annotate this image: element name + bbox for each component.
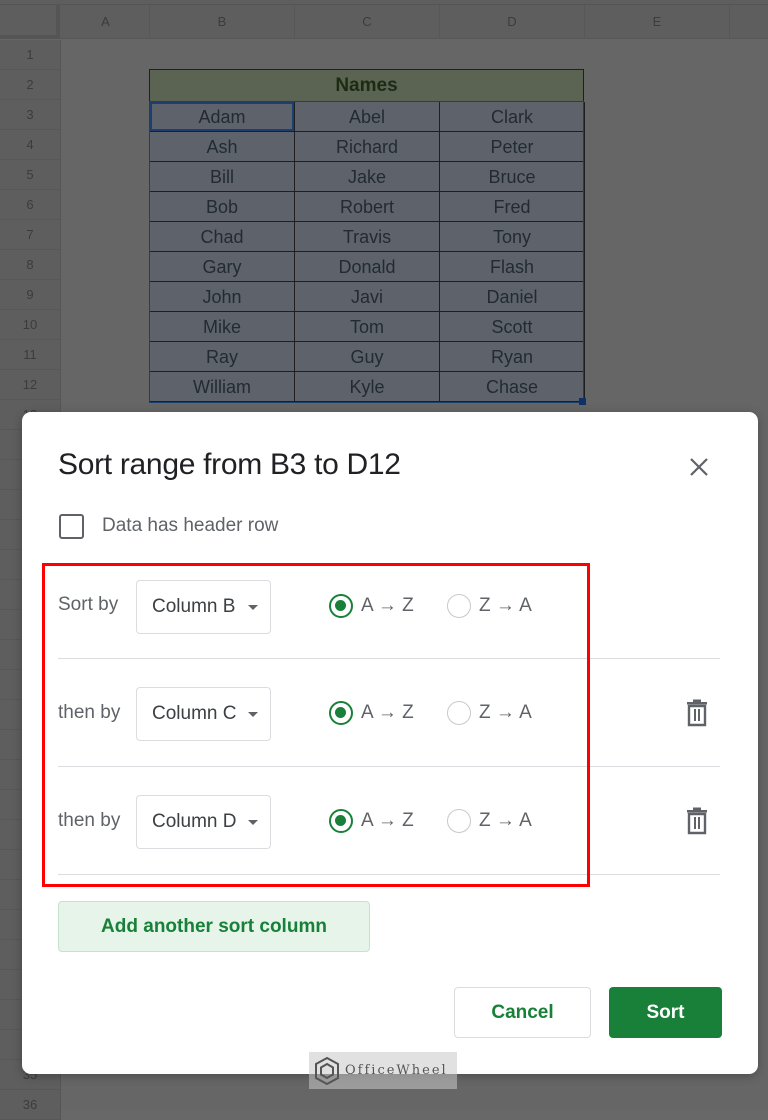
watermark: OfficeWheel (309, 1052, 457, 1089)
table-cell[interactable]: Travis (295, 222, 440, 252)
table-cell[interactable]: Bill (150, 162, 295, 192)
row-header[interactable]: 36 (0, 1090, 61, 1120)
column-header-c[interactable]: C (295, 5, 440, 39)
row-header[interactable]: 8 (0, 250, 61, 280)
table-cell[interactable]: Chase (440, 372, 585, 402)
sort-rule-row: Sort by Column B A → Z Z → A (58, 552, 720, 659)
column-header-b[interactable]: B (150, 5, 295, 39)
table-cell[interactable]: Scott (440, 312, 585, 342)
sort-desc-label: Z → A (479, 810, 532, 831)
row-header[interactable]: 9 (0, 280, 61, 310)
table-cell[interactable]: Bruce (440, 162, 585, 192)
delete-sort-rule-button[interactable] (685, 807, 709, 835)
sort-rule-label: then by (58, 702, 121, 723)
table-cell[interactable]: Clark (440, 102, 585, 132)
table-cell[interactable]: Ray (150, 342, 295, 372)
table-cell[interactable]: Peter (440, 132, 585, 162)
column-header-row: A B C D E (0, 5, 768, 39)
dropdown-caret-icon (248, 820, 258, 825)
sort-column-value: Column C (152, 703, 237, 724)
sort-asc-radio[interactable] (329, 809, 353, 833)
table-cell[interactable]: Donald (295, 252, 440, 282)
sort-range-dialog: Sort range from B3 to D12 Data has heade… (22, 412, 758, 1074)
table-cell[interactable]: John (150, 282, 295, 312)
row-header[interactable]: 11 (0, 340, 61, 370)
sort-column-dropdown[interactable]: Column C (136, 687, 271, 741)
header-row-label: Data has header row (102, 515, 279, 536)
row-header[interactable]: 12 (0, 370, 61, 400)
watermark-text: OfficeWheel (345, 1063, 448, 1078)
trash-icon (687, 807, 707, 835)
sort-asc-label: A → Z (361, 595, 414, 616)
sort-column-value: Column B (152, 596, 236, 617)
row-header[interactable]: 7 (0, 220, 61, 250)
trash-icon (687, 699, 707, 727)
sort-column-dropdown[interactable]: Column B (136, 580, 271, 634)
table-cell[interactable]: Tom (295, 312, 440, 342)
sort-column-value: Column D (152, 811, 237, 832)
table-cell[interactable]: Adam (150, 102, 295, 132)
sort-button[interactable]: Sort (609, 987, 722, 1038)
table-cell[interactable]: Flash (440, 252, 585, 282)
row-header[interactable]: 4 (0, 130, 61, 160)
column-header-d[interactable]: D (440, 5, 585, 39)
sort-rule-row: then by Column D A → Z Z → A (58, 768, 720, 875)
sort-desc-label: Z → A (479, 595, 532, 616)
table-cell[interactable]: Javi (295, 282, 440, 312)
table-cell[interactable]: Abel (295, 102, 440, 132)
table-cell[interactable]: Tony (440, 222, 585, 252)
row-header[interactable]: 5 (0, 160, 61, 190)
table-cell[interactable]: Richard (295, 132, 440, 162)
sort-rule-row: then by Column C A → Z Z → A (58, 660, 720, 767)
select-all-corner[interactable] (0, 5, 60, 39)
sort-desc-label: Z → A (479, 702, 532, 723)
fill-handle[interactable] (579, 398, 586, 405)
table-cell[interactable]: Guy (295, 342, 440, 372)
column-header-a[interactable]: A (62, 5, 150, 39)
row-header[interactable]: 3 (0, 100, 61, 130)
close-button[interactable] (686, 454, 712, 480)
table-cell[interactable]: Fred (440, 192, 585, 222)
row-header[interactable]: 6 (0, 190, 61, 220)
sort-desc-radio[interactable] (447, 594, 471, 618)
delete-sort-rule-button[interactable] (685, 699, 709, 727)
table-cell[interactable]: Mike (150, 312, 295, 342)
close-icon (690, 458, 708, 476)
sort-asc-label: A → Z (361, 810, 414, 831)
row-header[interactable]: 1 (0, 40, 61, 70)
officewheel-logo-icon (315, 1056, 339, 1085)
add-sort-column-button[interactable]: Add another sort column (58, 901, 370, 952)
table-cell[interactable]: William (150, 372, 295, 402)
dialog-title: Sort range from B3 to D12 (58, 448, 401, 481)
sort-rule-label: Sort by (58, 594, 119, 615)
table-cell[interactable]: Chad (150, 222, 295, 252)
sort-desc-radio[interactable] (447, 809, 471, 833)
row-header[interactable]: 2 (0, 70, 61, 100)
table-cell[interactable]: Jake (295, 162, 440, 192)
row-header[interactable]: 10 (0, 310, 61, 340)
table-cell[interactable]: Gary (150, 252, 295, 282)
sort-asc-label: A → Z (361, 702, 414, 723)
table-cell[interactable]: Robert (295, 192, 440, 222)
names-table-header[interactable]: Names (149, 69, 584, 102)
table-cell[interactable]: Ash (150, 132, 295, 162)
cancel-button[interactable]: Cancel (454, 987, 591, 1038)
sort-rule-label: then by (58, 810, 121, 831)
sort-asc-radio[interactable] (329, 594, 353, 618)
sort-column-dropdown[interactable]: Column D (136, 795, 271, 849)
table-cell[interactable]: Kyle (295, 372, 440, 402)
column-header-e[interactable]: E (585, 5, 730, 39)
sort-desc-radio[interactable] (447, 701, 471, 725)
table-cell[interactable]: Ryan (440, 342, 585, 372)
table-cell[interactable]: Bob (150, 192, 295, 222)
header-row-checkbox[interactable] (59, 514, 84, 539)
table-cell[interactable]: Daniel (440, 282, 585, 312)
dropdown-caret-icon (248, 605, 258, 610)
dropdown-caret-icon (248, 712, 258, 717)
sort-asc-radio[interactable] (329, 701, 353, 725)
